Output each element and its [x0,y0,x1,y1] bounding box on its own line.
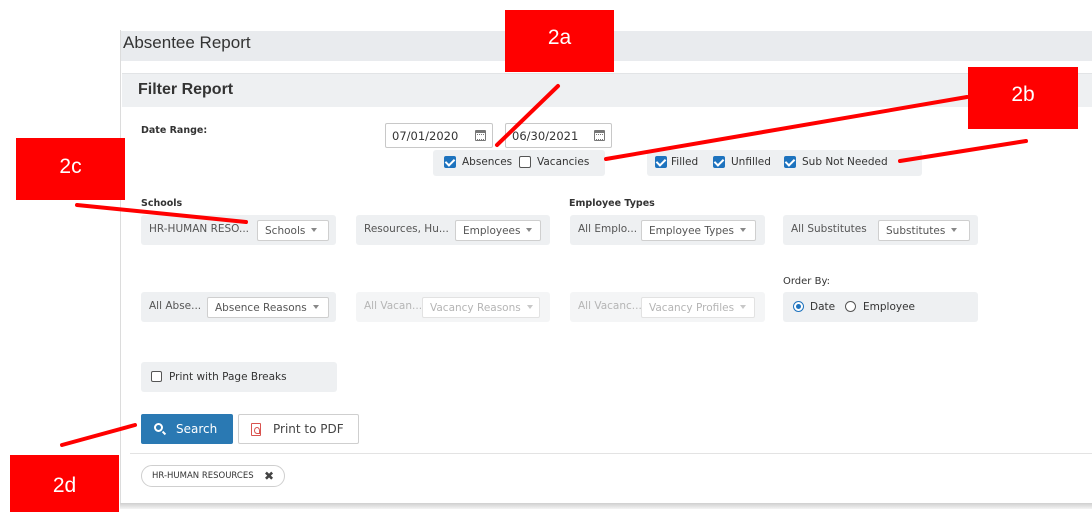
callout-2b: 2b [968,67,1078,129]
callout-2d-label: 2d [52,474,77,497]
callout-2d: 2d [10,455,119,512]
callout-line-2d [60,423,137,447]
callout-2c-label: 2c [59,155,82,178]
callout-2a-label: 2a [547,26,572,49]
callout-2c: 2c [16,138,125,200]
callout-line-2a [495,84,560,147]
callout-line-2c [75,203,248,224]
callout-line-2b-right [898,139,1028,163]
callout-line-2b-left [604,95,969,161]
callout-2b-label: 2b [1011,83,1035,106]
callout-2a: 2a [505,10,614,72]
callout-lines [60,84,1028,447]
